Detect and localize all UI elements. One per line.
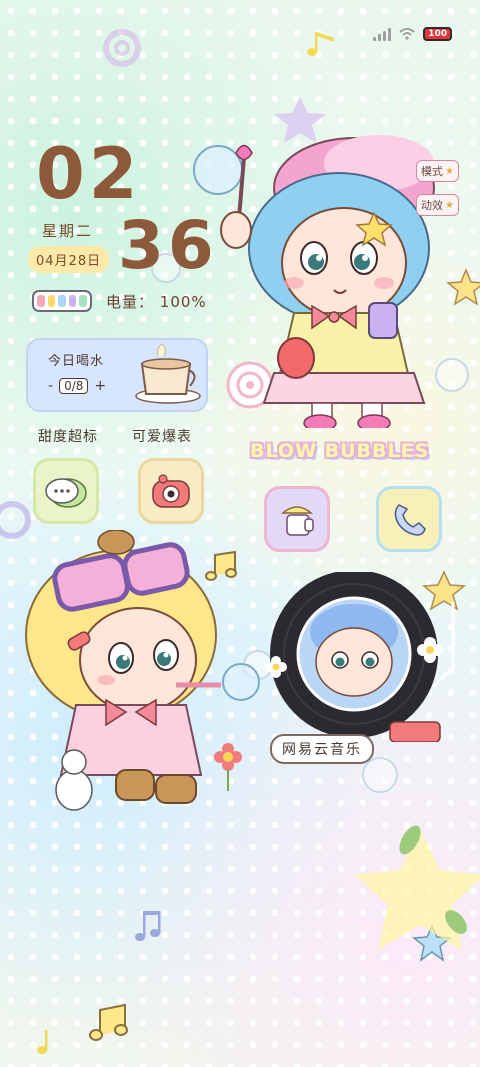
mode-label: 模式 bbox=[421, 165, 443, 178]
camera-icon bbox=[152, 474, 190, 508]
chat-bubble-icon bbox=[45, 478, 87, 508]
weekday-label: 星期二 bbox=[42, 222, 94, 240]
water-counter: - 0/8 + bbox=[48, 378, 106, 394]
water-tracker-widget[interactable]: 今日喝水 - 0/8 + bbox=[26, 338, 208, 412]
clock-minute[interactable]: 36 bbox=[118, 208, 218, 284]
power-readout: 电量： 100% bbox=[106, 291, 207, 312]
chat-app[interactable] bbox=[33, 458, 99, 524]
music-app-label: 网易云音乐 bbox=[270, 734, 374, 764]
wifi-icon bbox=[399, 28, 415, 40]
tag-cute: 可爱爆表 bbox=[132, 429, 192, 445]
water-count-value: 0/8 bbox=[59, 378, 89, 394]
battery-indicator: 100 bbox=[423, 27, 452, 41]
water-plus-button[interactable]: + bbox=[94, 378, 106, 394]
water-minus-button[interactable]: - bbox=[48, 378, 53, 394]
water-title: 今日喝水 bbox=[48, 354, 105, 369]
date-pill[interactable]: 04月28日 bbox=[28, 246, 110, 273]
blonde-girl-illustration bbox=[25, 530, 260, 811]
star-icon: ★ bbox=[445, 199, 454, 211]
swirl-icon bbox=[103, 29, 141, 67]
mode-button[interactable]: 模式 ★ bbox=[416, 160, 459, 182]
signal-bars-icon bbox=[373, 27, 392, 41]
music-note-icon bbox=[37, 1030, 48, 1054]
music-note-icon bbox=[89, 1003, 128, 1041]
effect-label: 动效 bbox=[421, 199, 443, 212]
cake-app[interactable] bbox=[264, 486, 330, 552]
music-widget[interactable]: 网易云音乐 bbox=[258, 572, 458, 764]
status-bar: 100 bbox=[373, 24, 452, 44]
effect-button[interactable]: 动效 ★ bbox=[416, 194, 459, 216]
bubble-icon bbox=[362, 757, 398, 793]
power-value: 100% bbox=[159, 292, 207, 311]
vinyl-record-icon bbox=[265, 572, 455, 742]
star-icon: ★ bbox=[445, 165, 454, 177]
phone-app[interactable] bbox=[376, 486, 442, 552]
blow-bubbles-banner: BLOW BUBBLES bbox=[250, 440, 430, 462]
phone-icon bbox=[394, 504, 426, 536]
camera-app[interactable] bbox=[138, 458, 204, 524]
battery-widget: 电量： 100% bbox=[32, 290, 207, 312]
power-label: 电量： bbox=[106, 292, 155, 311]
music-note-icon bbox=[307, 32, 334, 56]
music-note-icon bbox=[135, 911, 161, 941]
clock-hour[interactable]: 02 bbox=[36, 134, 141, 214]
tag-sweet: 甜度超标 bbox=[38, 429, 98, 445]
cake-icon bbox=[280, 506, 314, 536]
teacup-icon bbox=[135, 343, 201, 404]
battery-level-bar bbox=[32, 290, 92, 312]
